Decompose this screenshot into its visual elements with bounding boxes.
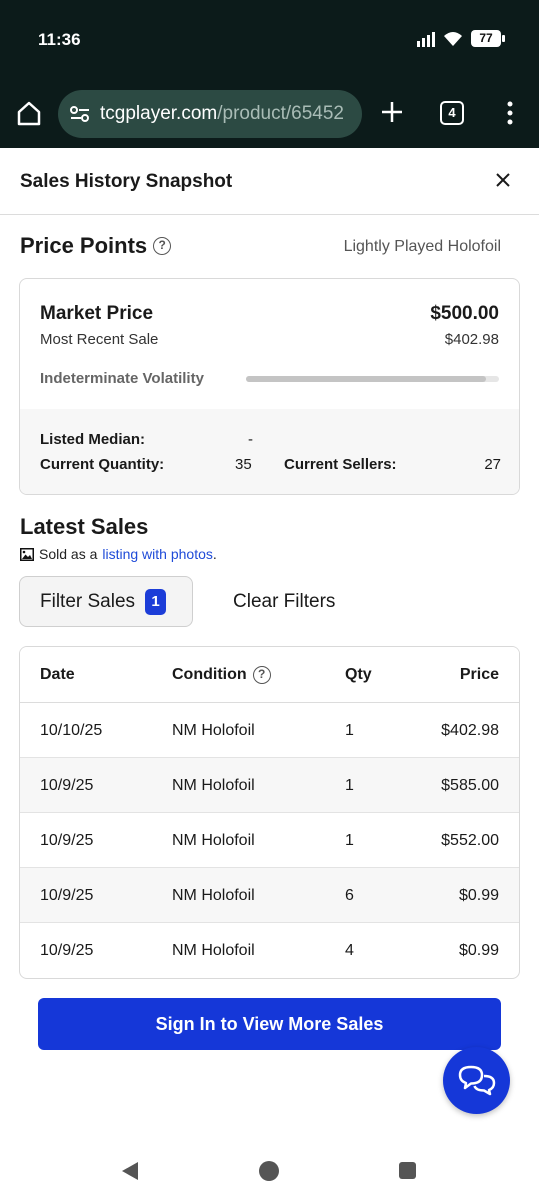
current-sellers-value: 27: [484, 456, 501, 473]
listing-with-photos-link[interactable]: listing with photos: [102, 546, 213, 562]
most-recent-sale-value: $402.98: [444, 331, 499, 348]
chat-button[interactable]: [443, 1047, 510, 1114]
home-icon[interactable]: [14, 98, 44, 128]
price-points-heading: Price Points ?: [20, 233, 172, 259]
system-nav-bar: [0, 1140, 539, 1200]
wifi-icon: [444, 31, 462, 46]
url-domain: tcgplayer.com: [100, 103, 218, 124]
status-bar: 11:36 77: [0, 0, 539, 78]
sale-condition: NM Holofoil: [172, 942, 255, 959]
close-icon[interactable]: [493, 170, 513, 190]
table-header: Date Condition ? Qty Price: [20, 647, 519, 703]
sale-condition: NM Holofoil: [172, 887, 255, 904]
modal-title: Sales History Snapshot: [20, 171, 233, 192]
new-tab-plus-icon[interactable]: [378, 98, 406, 126]
volatility-bar: [246, 376, 499, 382]
column-header-date: Date: [40, 666, 75, 683]
sale-condition: NM Holofoil: [172, 777, 255, 794]
sale-qty: 1: [345, 777, 354, 794]
sales-table: Date Condition ? Qty Price 10/10/25 NM H…: [19, 646, 520, 979]
latest-sales-title: Latest Sales: [20, 514, 149, 539]
price-points-title: Price Points: [20, 233, 148, 258]
sale-price: $0.99: [458, 942, 499, 959]
listed-median-label: Listed Median:: [40, 431, 146, 448]
sale-price: $585.00: [441, 777, 499, 794]
sale-qty: 4: [345, 942, 354, 959]
status-time: 11:36: [38, 30, 81, 49]
column-header-qty: Qty: [345, 666, 372, 683]
table-row: 10/9/25 NM Holofoil 1 $585.00: [20, 758, 519, 813]
listing-stats: Listed Median: - Current Quantity: 35 Cu…: [20, 409, 519, 494]
battery-icon: 77: [471, 30, 505, 47]
status-icons: 77: [417, 30, 505, 47]
filter-sales-button[interactable]: Filter Sales 1: [19, 576, 193, 627]
current-quantity-label: Current Quantity:: [40, 456, 165, 473]
cell-signal-icon: [417, 31, 435, 47]
sale-date: 10/9/25: [40, 887, 94, 904]
table-row: 10/10/25 NM Holofoil 1 $402.98: [20, 703, 519, 758]
price-points-card: Market Price $500.00 Most Recent Sale $4…: [19, 278, 520, 495]
note-suffix: .: [212, 546, 217, 562]
sale-qty: 6: [345, 887, 354, 904]
listed-median-value: -: [248, 431, 253, 448]
note-prefix: Sold as a: [39, 546, 98, 562]
modal-header: Sales History Snapshot: [0, 148, 539, 215]
sale-date: 10/10/25: [40, 722, 103, 739]
tab-switcher-button[interactable]: 4: [440, 101, 464, 125]
clear-filters-button[interactable]: Clear Filters: [233, 591, 335, 613]
current-quantity-value: 35: [235, 456, 252, 473]
recents-icon[interactable]: [399, 1162, 416, 1179]
sale-condition: NM Holofoil: [172, 722, 255, 739]
site-settings-icon[interactable]: [68, 102, 92, 126]
volatility-label: Indeterminate Volatility: [40, 370, 204, 387]
sale-price: $552.00: [441, 832, 499, 849]
more-vert-icon[interactable]: [500, 98, 520, 128]
most-recent-sale-label: Most Recent Sale: [40, 331, 159, 348]
sale-date: 10/9/25: [40, 777, 94, 794]
sign-in-button[interactable]: Sign In to View More Sales: [38, 998, 501, 1050]
back-icon[interactable]: [120, 1160, 140, 1182]
table-row: 10/9/25 NM Holofoil 4 $0.99: [20, 923, 519, 978]
table-row: 10/9/25 NM Holofoil 6 $0.99: [20, 868, 519, 923]
address-bar[interactable]: tcgplayer.com/product/65452: [58, 90, 362, 138]
sale-price: $0.99: [458, 887, 499, 904]
sale-condition: NM Holofoil: [172, 832, 255, 849]
filter-sales-label: Filter Sales: [40, 590, 136, 612]
filter-count-badge: 1: [145, 588, 167, 615]
home-circle-icon[interactable]: [259, 1161, 279, 1181]
sale-price: $402.98: [441, 722, 499, 739]
image-icon: [20, 547, 34, 561]
help-icon[interactable]: ?: [153, 237, 172, 255]
table-row: 10/9/25 NM Holofoil 1 $552.00: [20, 813, 519, 868]
condition-help-icon[interactable]: ?: [252, 666, 271, 684]
sale-date: 10/9/25: [40, 942, 94, 959]
volatility-bar-fill: [246, 376, 487, 382]
column-header-condition: Condition ?: [172, 647, 271, 703]
column-header-condition-label: Condition: [172, 666, 247, 683]
photos-note: Sold as a listing with photos.: [20, 546, 217, 562]
chat-bubbles-icon: [458, 1065, 495, 1095]
condition-label: Lightly Played Holofoil: [343, 238, 501, 255]
current-sellers-label: Current Sellers:: [284, 456, 397, 473]
sale-qty: 1: [345, 722, 354, 739]
sale-date: 10/9/25: [40, 832, 94, 849]
column-header-price: Price: [459, 666, 499, 683]
browser-toolbar: tcgplayer.com/product/65452 4: [0, 78, 539, 148]
market-price-value: $500.00: [430, 303, 499, 324]
sale-qty: 1: [345, 832, 354, 849]
url-path: /product/65452: [217, 103, 344, 124]
market-price-label: Market Price: [40, 303, 154, 324]
